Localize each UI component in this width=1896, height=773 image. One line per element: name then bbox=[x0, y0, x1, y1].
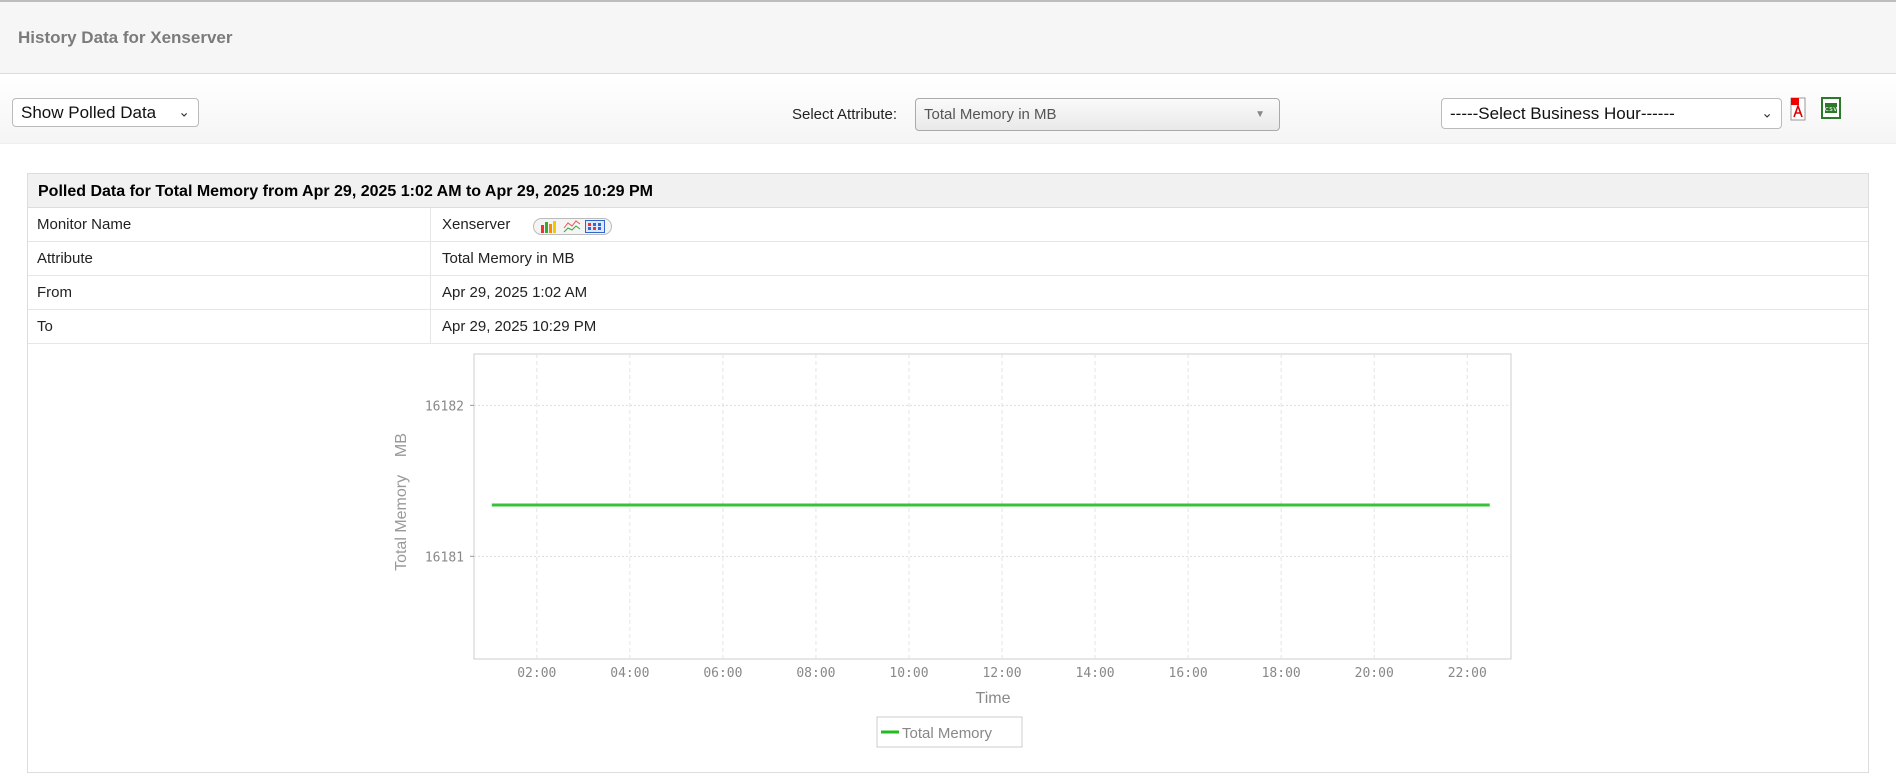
x-tick-label: 08:00 bbox=[796, 666, 835, 681]
x-tick-label: 18:00 bbox=[1262, 666, 1301, 681]
y-tick-label: 16181 bbox=[425, 550, 464, 565]
y-tick-label: 16182 bbox=[425, 399, 464, 414]
x-tick-label: 22:00 bbox=[1448, 666, 1487, 681]
y-axis-label: Total Memory MB bbox=[393, 433, 410, 571]
x-tick-label: 20:00 bbox=[1355, 666, 1394, 681]
x-tick-label: 12:00 bbox=[982, 666, 1021, 681]
x-tick-label: 14:00 bbox=[1076, 666, 1115, 681]
legend-label: Total Memory bbox=[902, 725, 993, 742]
x-tick-label: 10:00 bbox=[889, 666, 928, 681]
x-tick-label: 16:00 bbox=[1169, 666, 1208, 681]
x-tick-label: 02:00 bbox=[517, 666, 556, 681]
x-tick-label: 06:00 bbox=[703, 666, 742, 681]
legend: Total Memory bbox=[876, 716, 1023, 748]
x-tick-label: 04:00 bbox=[610, 666, 649, 681]
memory-line-chart: 02:00 04:00 06:00 08:00 10:00 12:00 14:00 16:00… bbox=[393, 353, 1512, 748]
x-axis-label: Time bbox=[976, 690, 1011, 707]
